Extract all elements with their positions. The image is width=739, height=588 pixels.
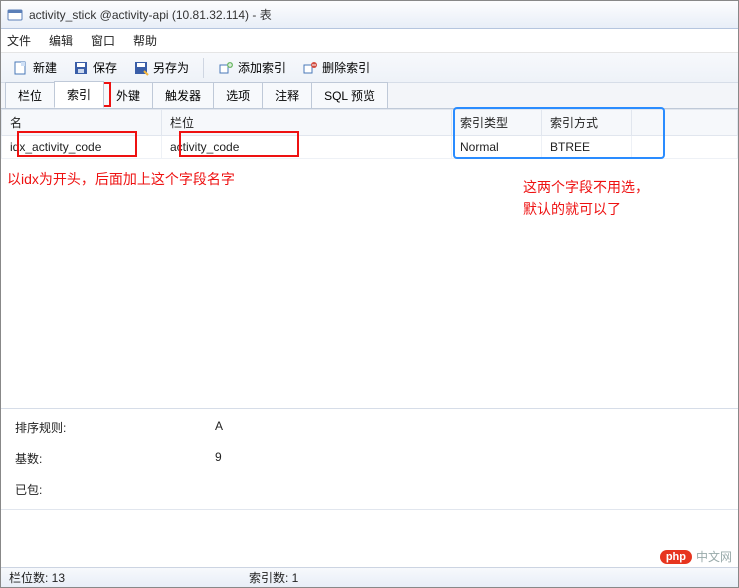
annotation-text-right-2: 默认的就可以了 — [523, 199, 621, 219]
delete-index-button[interactable]: 删除索引 — [296, 57, 376, 78]
menu-help[interactable]: 帮助 — [133, 32, 157, 49]
delete-index-icon — [302, 60, 318, 76]
watermark-site: 中文网 — [696, 548, 732, 565]
watermark: php 中文网 — [660, 548, 732, 565]
tab-indexes[interactable]: 索引 — [54, 81, 104, 108]
cell-index-type[interactable]: Normal — [452, 136, 542, 159]
detail-cardinality: 基数: 9 — [15, 450, 724, 467]
window-title: activity_stick @activity-api (10.81.32.1… — [29, 6, 272, 23]
save-button[interactable]: 保存 — [67, 57, 123, 78]
tabbar: 栏位 索引 外键 触发器 选项 注释 SQL 预览 — [1, 83, 738, 109]
new-label: 新建 — [33, 59, 57, 76]
header-index-method[interactable]: 索引方式 — [542, 110, 632, 136]
menu-window[interactable]: 窗口 — [91, 32, 115, 49]
toolbar-separator — [203, 58, 204, 78]
cell-spacer — [632, 136, 738, 159]
cell-field[interactable]: activity_code — [162, 136, 452, 159]
detail-cardinality-label: 基数: — [15, 450, 215, 467]
add-index-button[interactable]: 添加索引 — [212, 57, 292, 78]
tab-comment[interactable]: 注释 — [262, 82, 312, 108]
add-index-label: 添加索引 — [238, 59, 286, 76]
detail-cardinality-value: 9 — [215, 450, 222, 467]
detail-sort: 排序规则: A — [15, 419, 724, 436]
detail-packed: 已包: — [15, 481, 724, 498]
save-label: 保存 — [93, 59, 117, 76]
tab-sql-preview[interactable]: SQL 预览 — [311, 82, 388, 108]
annotation-text-left: 以idx为开头，后面加上这个字段名字 — [7, 169, 235, 189]
add-index-icon — [218, 60, 234, 76]
lower-panel — [1, 509, 738, 559]
new-button[interactable]: 新建 — [7, 57, 63, 78]
statusbar: 栏位数: 13 索引数: 1 — [1, 567, 738, 587]
save-icon — [73, 60, 89, 76]
tab-fields[interactable]: 栏位 — [5, 82, 55, 108]
delete-index-label: 删除索引 — [322, 59, 370, 76]
tab-options[interactable]: 选项 — [213, 82, 263, 108]
menu-file[interactable]: 文件 — [7, 32, 31, 49]
toolbar: 新建 保存 另存为 添加索引 删除索引 — [1, 53, 738, 83]
watermark-brand: php — [660, 550, 692, 564]
index-grid-area: 名 栏位 索引类型 索引方式 idx_activity_code activit… — [1, 109, 738, 409]
header-spacer — [632, 110, 738, 136]
titlebar: activity_stick @activity-api (10.81.32.1… — [1, 1, 738, 29]
header-field[interactable]: 栏位 — [162, 110, 452, 136]
table-row[interactable]: idx_activity_code activity_code Normal B… — [2, 136, 738, 159]
detail-sort-value: A — [215, 419, 223, 436]
cell-name[interactable]: idx_activity_code — [2, 136, 162, 159]
tab-foreign-keys[interactable]: 外键 — [103, 82, 153, 108]
new-icon — [13, 60, 29, 76]
annotation-text-right-1: 这两个字段不用选， — [523, 177, 649, 197]
tab-triggers[interactable]: 触发器 — [152, 82, 214, 108]
status-field-count: 栏位数: 13 — [9, 569, 209, 586]
detail-sort-label: 排序规则: — [15, 419, 215, 436]
detail-packed-label: 已包: — [15, 481, 215, 498]
save-as-button[interactable]: 另存为 — [127, 57, 195, 78]
menu-edit[interactable]: 编辑 — [49, 32, 73, 49]
index-grid[interactable]: 名 栏位 索引类型 索引方式 idx_activity_code activit… — [1, 109, 738, 159]
save-as-label: 另存为 — [153, 59, 189, 76]
save-as-icon — [133, 60, 149, 76]
status-index-count: 索引数: 1 — [249, 569, 449, 586]
cell-index-method[interactable]: BTREE — [542, 136, 632, 159]
grid-header-row: 名 栏位 索引类型 索引方式 — [2, 110, 738, 136]
header-index-type[interactable]: 索引类型 — [452, 110, 542, 136]
menubar: 文件 编辑 窗口 帮助 — [1, 29, 738, 53]
app-icon — [7, 7, 23, 23]
index-details: 排序规则: A 基数: 9 已包: — [1, 409, 738, 509]
header-name[interactable]: 名 — [2, 110, 162, 136]
